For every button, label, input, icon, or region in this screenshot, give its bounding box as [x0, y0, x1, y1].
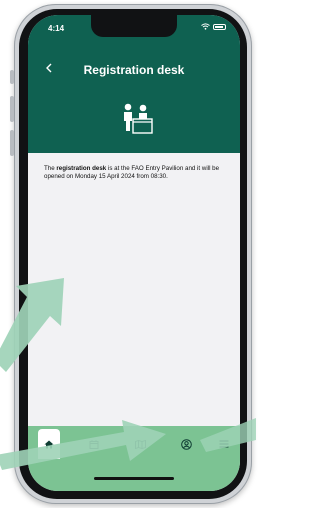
bottom-tab-bar	[28, 426, 240, 491]
registration-info-text: The registration desk is at the FAO Entr…	[44, 165, 228, 181]
home-indicator	[94, 477, 174, 480]
status-icons	[201, 23, 226, 30]
calendar-icon	[89, 439, 99, 449]
page-header: 4:14 Registration desk	[28, 15, 240, 153]
wifi-icon	[201, 23, 210, 30]
registration-desk-icon	[124, 103, 153, 134]
tab-calendar[interactable]	[82, 429, 106, 459]
page-title: Registration desk	[83, 63, 185, 77]
menu-icon	[219, 440, 229, 448]
status-time: 4:14	[48, 24, 65, 33]
map-icon	[134, 439, 146, 449]
side-button	[10, 70, 14, 84]
app-screen: 4:14 Registration desk The registration …	[28, 15, 240, 491]
camera-notch	[91, 15, 177, 37]
intro-prefix: The	[44, 165, 57, 172]
tab-profile[interactable]	[174, 429, 198, 459]
tab-home[interactable]	[38, 429, 60, 459]
battery-icon	[213, 23, 226, 30]
registration-desk-term: registration desk	[56, 165, 107, 172]
tab-menu[interactable]	[214, 429, 234, 459]
profile-icon	[180, 438, 192, 450]
side-button	[10, 130, 14, 156]
side-button	[10, 96, 14, 122]
home-icon	[44, 440, 54, 448]
tab-map[interactable]	[128, 429, 152, 459]
